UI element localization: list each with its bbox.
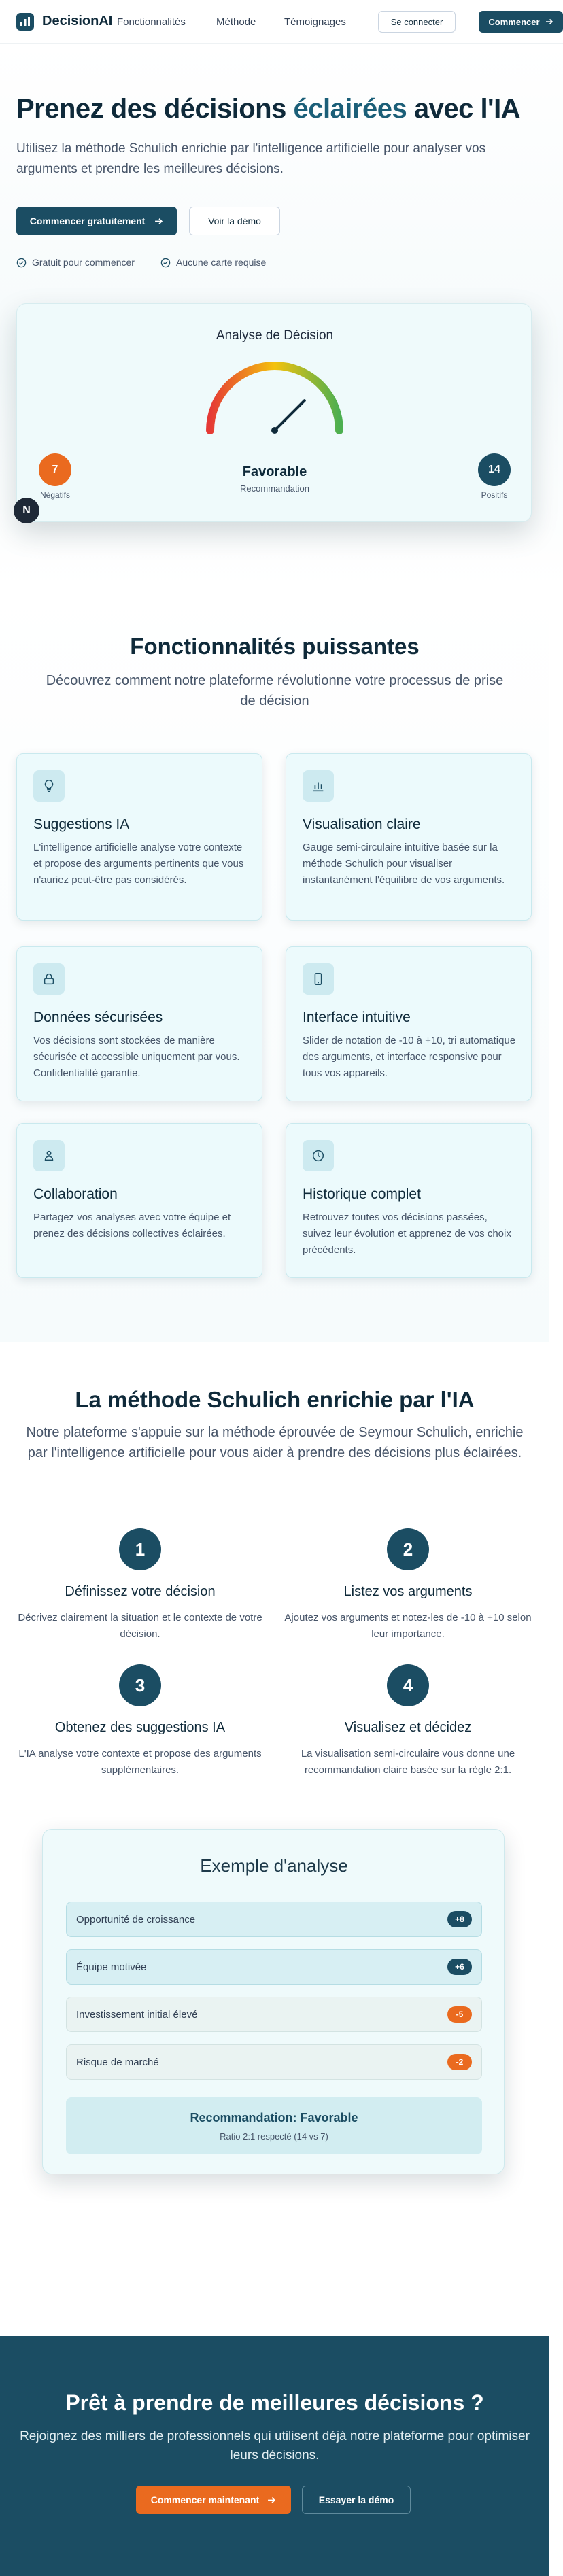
argument-label: Équipe motivée [76,1961,147,1973]
argument-label: Opportunité de croissance [76,1913,196,1925]
check-free-label: Gratuit pour commencer [32,257,135,268]
start-free-label: Commencer gratuitement [29,216,146,226]
try-demo-button[interactable]: Essayer la démo [302,2486,411,2514]
feature-desc: Slider de notation de -10 à +10, tri aut… [303,1035,516,1079]
lock-icon [33,963,65,995]
analysis-title: Analyse de Décision [216,328,334,343]
feature-title: Données sécurisées [33,1010,163,1025]
step-desc: Ajoutez vos arguments et notez-les de -1… [284,1612,532,1640]
feature-card-visualization: Visualisation claire Gauge semi-circulai… [286,753,532,921]
start-free-button[interactable]: Commencer gratuitement [16,207,177,235]
argument-score: -2 [447,2054,472,2070]
demo-button[interactable]: Voir la démo [189,207,280,235]
start-button-label: Commencer [488,16,540,27]
positive-count-badge: 14 [478,453,511,486]
method-subtitle: Notre plateforme s'appuie sur la méthode… [26,1425,524,1460]
arrow-right-icon [545,18,553,25]
users-icon [33,1140,65,1171]
feature-desc: Retrouvez toutes vos décisions passées, … [303,1212,511,1256]
step-desc: Décrivez clairement la situation et le c… [18,1612,262,1640]
arrow-right-icon [155,218,163,224]
check-no-card: Aucune carte requise [160,257,266,268]
arrow-right-icon [268,2496,276,2503]
cta-section: Prêt à prendre de meilleures décisions ?… [0,2336,549,2576]
recommendation-box: Recommandation: Favorable Ratio 2:1 resp… [66,2097,482,2154]
argument-label: Investissement initial élevé [76,2008,198,2021]
cta-subtitle: Rejoignez des milliers de professionnels… [20,2429,530,2462]
start-now-button[interactable]: Commencer maintenant [136,2486,291,2514]
feature-title: Collaboration [33,1186,118,1202]
recommendation-ratio: Ratio 2:1 respecté (14 vs 7) [220,2131,328,2142]
step-number: 4 [387,1664,429,1706]
argument-score: -5 [447,2006,472,2023]
check-no-card-label: Aucune carte requise [176,257,267,268]
verdict-text: Favorable [242,464,307,479]
feature-title: Suggestions IA [33,817,130,832]
hero-subtitle: Utilisez la méthode Schulich enrichie pa… [16,141,486,176]
step-desc: L'IA analyse votre contexte et propose d… [18,1748,262,1776]
argument-row: Équipe motivée +6 [66,1949,482,1985]
features-title: Fonctionnalités puissantes [130,634,420,659]
feature-card-collaboration: Collaboration Partagez vos analyses avec… [16,1123,262,1278]
feature-card-ai-suggestions: Suggestions IA L'intelligence artificiel… [16,753,262,921]
feature-desc: L'intelligence artificielle analyse votr… [33,842,244,886]
hero-title-start: Prenez des décisions [16,94,294,124]
decision-gauge [206,362,343,434]
example-title: Exemple d'analyse [200,1855,348,1876]
step-number: 1 [119,1528,161,1570]
argument-label: Risque de marché [76,2056,159,2068]
feature-desc: Vos décisions sont stockées de manière s… [33,1035,240,1079]
argument-row: Investissement initial élevé -5 [66,1997,482,2032]
verdict-subtext: Recommandation [240,483,309,494]
top-navbar: DecisionAI Fonctionnalités Méthode Témoi… [0,0,563,44]
feature-title: Visualisation claire [303,817,421,832]
example-analysis-card: Exemple d'analyse Opportunité de croissa… [42,1829,505,2174]
step-number: 3 [119,1664,161,1706]
nav-link-method[interactable]: Méthode [216,16,256,28]
step-title: Obtenez des suggestions IA [54,1720,226,1735]
login-button[interactable]: Se connecter [378,11,456,33]
lightbulb-icon [33,770,65,802]
nav-link-features[interactable]: Fonctionnalités [117,16,186,28]
cta-title: Prêt à prendre de meilleures décisions ? [65,2390,484,2415]
brand-name[interactable]: DecisionAI [42,14,112,29]
feature-title: Interface intuitive [303,1010,411,1025]
check-circle-icon [160,258,171,267]
argument-row: Opportunité de croissance +8 [66,1902,482,1937]
feature-desc: Partagez vos analyses avec votre équipe … [33,1212,231,1239]
history-icon [303,1140,334,1171]
feature-card-interface: Interface intuitive Slider de notation d… [286,946,532,1101]
argument-score: +8 [447,1911,472,1927]
step-desc: La visualisation semi-circulaire vous do… [301,1748,515,1776]
step-title: Visualisez et décidez [344,1720,472,1735]
hero-title-accent: éclairées [293,94,407,124]
features-subtitle: Découvrez comment notre plateforme révol… [46,673,504,708]
logo-icon[interactable] [16,13,34,31]
start-now-label: Commencer maintenant [150,2494,260,2505]
hero-title-end: avec l'IA [407,94,521,124]
argument-row: Risque de marché -2 [66,2044,482,2080]
positive-label: Positifs [481,490,508,500]
check-circle-icon [16,258,27,267]
recommendation-title: Recommandation: Favorable [190,2111,358,2125]
feature-title: Historique complet [303,1186,421,1202]
bar-chart-icon [303,770,334,802]
argument-score: +6 [447,1959,472,1975]
feature-card-history: Historique complet Retrouvez toutes vos … [286,1123,532,1278]
step-title: Listez vos arguments [343,1584,473,1599]
check-free: Gratuit pour commencer [16,257,135,268]
decision-analysis-card: Analyse de Décision 7 Négatifs Favorable… [16,303,532,522]
step-title: Définissez votre décision [65,1584,216,1599]
start-button[interactable]: Commencer [479,11,563,33]
floating-avatar[interactable]: N [14,498,39,523]
smartphone-icon [303,963,334,995]
step-number: 2 [387,1528,429,1570]
hero-title: Prenez des décisions éclairées avec l'IA [16,94,547,124]
feature-card-security: Données sécurisées Vos décisions sont st… [16,946,262,1101]
method-title: La méthode Schulich enrichie par l'IA [75,1387,475,1412]
nav-link-testimonials[interactable]: Témoignages [284,16,346,28]
feature-desc: Gauge semi-circulaire intuitive basée su… [303,842,505,886]
